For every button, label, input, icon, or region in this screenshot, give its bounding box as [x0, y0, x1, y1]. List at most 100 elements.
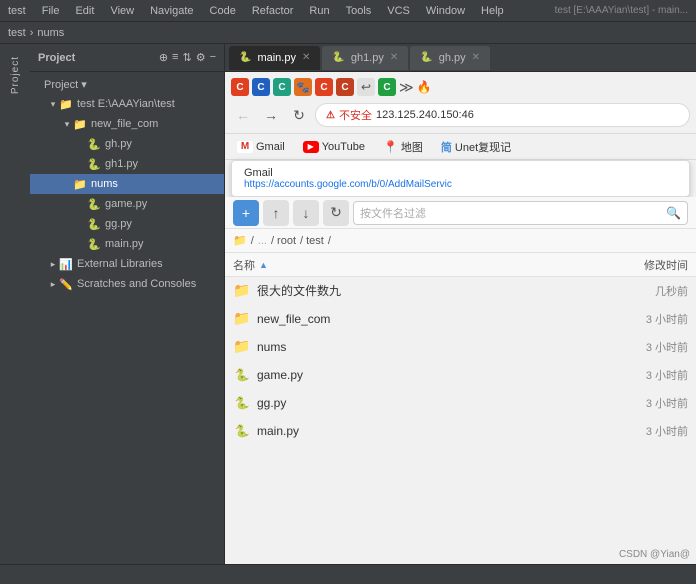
- tree-label-gg_py: gg.py: [105, 218, 132, 230]
- file-search[interactable]: 按文件名过滤 🔍: [353, 201, 688, 225]
- url-dropdown-gmail[interactable]: Gmail https://accounts.google.com/b/0/Ad…: [232, 161, 689, 196]
- tree-item-gg_py[interactable]: 🐍gg.py: [30, 214, 224, 234]
- file-row[interactable]: 📁new_file_com3 小时前: [225, 305, 696, 333]
- path-sep1: ...: [258, 235, 267, 247]
- ext-c2[interactable]: C: [252, 78, 270, 96]
- tree-item-game_py[interactable]: 🐍game.py: [30, 194, 224, 214]
- bookmark-youtube[interactable]: ▶ YouTube: [297, 136, 371, 158]
- file-refresh-button[interactable]: ↻: [323, 200, 349, 226]
- security-label: 不安全: [339, 107, 372, 123]
- ide-container: test File Edit View Navigate Code Refact…: [0, 0, 696, 584]
- bookmark-unet-label: Unet复现记: [455, 139, 511, 155]
- address-bar[interactable]: ⚠ 不安全 123.125.240.150:46: [315, 103, 690, 127]
- tree-item-gh1_py[interactable]: 🐍gh1.py: [30, 154, 224, 174]
- file-add-button[interactable]: +: [233, 200, 259, 226]
- side-strip: Project: [0, 44, 30, 564]
- breadcrumb-test[interactable]: test: [8, 27, 26, 39]
- toolbar-locate[interactable]: ⊕: [159, 51, 168, 64]
- path-root-dir[interactable]: / root: [271, 235, 296, 247]
- menu-help[interactable]: Help: [477, 3, 508, 19]
- tab-gh-py[interactable]: 🐍 gh.py ✕: [410, 46, 490, 70]
- forward-button[interactable]: →: [259, 103, 283, 127]
- toolbar-collapse[interactable]: −: [210, 51, 216, 64]
- col-time-header[interactable]: 修改时间: [608, 257, 688, 273]
- col-name-header[interactable]: 名称 ▲: [233, 257, 608, 273]
- file-row[interactable]: 📁很大的文件数九几秒前: [225, 277, 696, 305]
- toolbar-settings[interactable]: ⚙: [196, 51, 206, 64]
- tab-gh-py-close[interactable]: ✕: [472, 52, 480, 63]
- ext-c3[interactable]: C: [273, 78, 291, 96]
- url-dropdown: Gmail https://accounts.google.com/b/0/Ad…: [231, 160, 690, 197]
- back-button[interactable]: ←: [231, 103, 255, 127]
- path-root[interactable]: /: [251, 235, 254, 247]
- bookmark-unet[interactable]: 简 Unet复现记: [435, 136, 517, 158]
- bookmark-maps[interactable]: 📍 地图: [377, 136, 429, 158]
- security-warning-icon: ⚠: [326, 110, 335, 121]
- project-toolbar: ⊕ ≡ ⇅ ⚙ −: [159, 51, 216, 64]
- file-upload-button[interactable]: ↑: [263, 200, 289, 226]
- main-area: Project Project ⊕ ≡ ⇅ ⚙ − Project ▾▾📁tes…: [0, 44, 696, 564]
- menu-window[interactable]: Window: [422, 3, 469, 19]
- tree-item-new_file_com[interactable]: ▾📁new_file_com: [30, 114, 224, 134]
- menu-code[interactable]: Code: [206, 3, 240, 19]
- tree-item-gh_py[interactable]: 🐍gh.py: [30, 134, 224, 154]
- reload-button[interactable]: ↻: [287, 103, 311, 127]
- ext-c6[interactable]: C: [378, 78, 396, 96]
- menu-run[interactable]: Run: [305, 3, 333, 19]
- tree-icon-test: 📁: [58, 98, 74, 111]
- bookmark-maps-label: 地图: [401, 139, 423, 155]
- tree-item-ext_libs[interactable]: ▸📊External Libraries: [30, 254, 224, 274]
- file-row[interactable]: 🐍main.py3 小时前: [225, 417, 696, 445]
- file-download-button[interactable]: ↓: [293, 200, 319, 226]
- toolbar-list[interactable]: ≡: [172, 51, 178, 64]
- tree-item-main_py[interactable]: 🐍main.py: [30, 234, 224, 254]
- tree-item-project[interactable]: Project ▾: [30, 74, 224, 94]
- tree-item-test[interactable]: ▾📁test E:\AAAYian\test: [30, 94, 224, 114]
- file-row[interactable]: 📁nums3 小时前: [225, 333, 696, 361]
- tab-main-py-label: main.py: [257, 52, 296, 64]
- path-test[interactable]: / test: [300, 235, 324, 247]
- menu-tools[interactable]: Tools: [342, 3, 376, 19]
- menu-test[interactable]: test: [4, 3, 30, 19]
- menu-file[interactable]: File: [38, 3, 64, 19]
- menu-navigate[interactable]: Navigate: [146, 3, 197, 19]
- menu-edit[interactable]: Edit: [71, 3, 98, 19]
- file-row[interactable]: 🐍gg.py3 小时前: [225, 389, 696, 417]
- ext-c1[interactable]: C: [231, 78, 249, 96]
- maps-icon: 📍: [383, 140, 398, 154]
- file-row-time: 3 小时前: [608, 339, 688, 355]
- tree-item-nums[interactable]: 📁nums: [30, 174, 224, 194]
- ext-c4[interactable]: C: [315, 78, 333, 96]
- file-row-icon: 📁: [233, 310, 251, 328]
- gh-py-icon: 🐍: [420, 52, 432, 63]
- menu-view[interactable]: View: [106, 3, 138, 19]
- tab-gh1-py[interactable]: 🐍 gh1.py ✕: [322, 46, 408, 70]
- tab-gh1-py-close[interactable]: ✕: [390, 52, 398, 63]
- file-row[interactable]: 🐍game.py3 小时前: [225, 361, 696, 389]
- toolbar-sort[interactable]: ⇅: [182, 51, 191, 64]
- menu-bar: test File Edit View Navigate Code Refact…: [0, 0, 696, 22]
- ext-paw[interactable]: 🐾: [294, 78, 312, 96]
- ext-back[interactable]: ↩: [357, 78, 375, 96]
- ext-fire[interactable]: 🔥: [417, 80, 432, 94]
- folder-icon: 📁: [233, 338, 250, 355]
- bookmark-gmail[interactable]: M Gmail: [231, 136, 291, 158]
- tree-label-nums: nums: [91, 178, 118, 190]
- python-file-icon: 🐍: [235, 368, 250, 382]
- tree-item-scratches[interactable]: ▸✏️Scratches and Consoles: [30, 274, 224, 294]
- python-file-icon: 🐍: [235, 424, 250, 438]
- tree-arrow-test: ▾: [48, 99, 58, 110]
- tab-main-py[interactable]: 🐍 main.py ✕: [229, 46, 320, 70]
- project-label[interactable]: Project: [10, 56, 21, 94]
- gmail-icon: M: [237, 141, 253, 153]
- menu-vcs[interactable]: VCS: [383, 3, 414, 19]
- file-row-time: 3 小时前: [608, 423, 688, 439]
- tab-main-py-close[interactable]: ✕: [302, 52, 310, 63]
- menu-refactor[interactable]: Refactor: [248, 3, 298, 19]
- ext-more[interactable]: ≫: [399, 79, 414, 96]
- browser-overlay: C C C 🐾 C C ↩ C ≫ 🔥: [225, 72, 696, 564]
- ext-c5[interactable]: C: [336, 78, 354, 96]
- tree-label-new_file_com: new_file_com: [91, 118, 158, 130]
- bookmark-gmail-label: Gmail: [256, 141, 285, 153]
- breadcrumb-nums[interactable]: nums: [37, 27, 64, 39]
